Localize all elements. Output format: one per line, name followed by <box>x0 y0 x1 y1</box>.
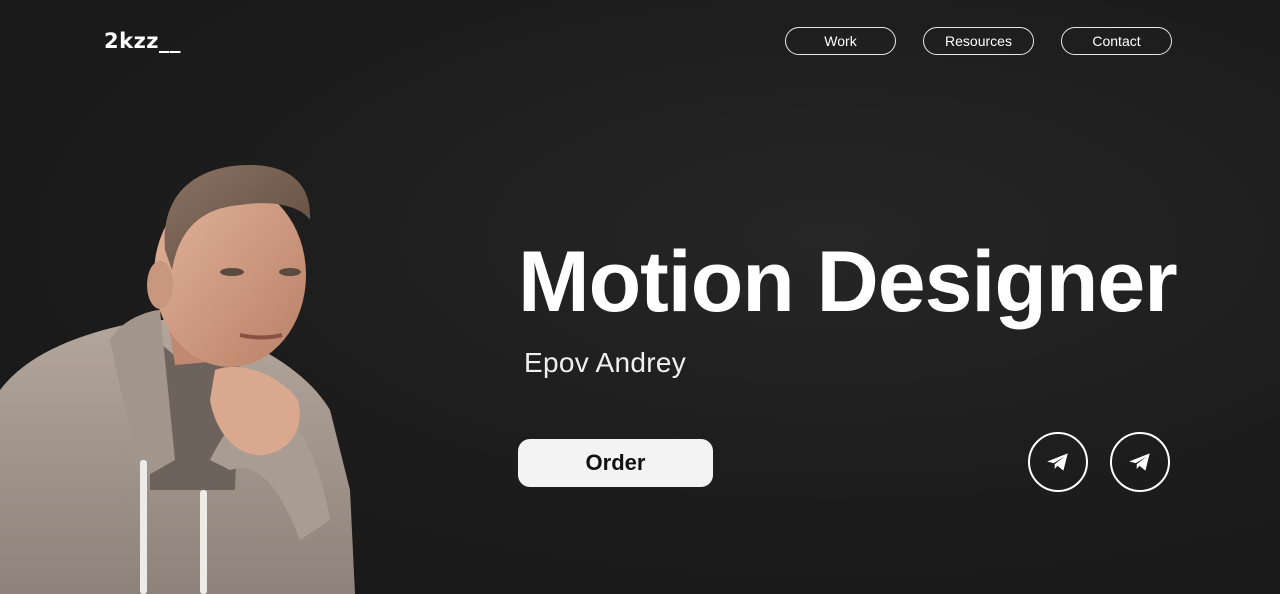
nav-work-button[interactable]: Work <box>785 27 896 55</box>
telegram-link-1[interactable] <box>1028 432 1088 492</box>
hero-title: Motion Designer <box>518 234 1178 330</box>
nav-resources-button[interactable]: Resources <box>923 27 1034 55</box>
telegram-icon <box>1047 453 1068 471</box>
telegram-link-2[interactable] <box>1110 432 1170 492</box>
site-logo[interactable]: 2kzz__ <box>104 29 181 53</box>
designer-name: Epov Andrey <box>524 347 687 378</box>
top-nav: Work Resources Contact <box>785 27 1172 55</box>
telegram-icon <box>1129 453 1150 471</box>
nav-contact-button[interactable]: Contact <box>1061 27 1172 55</box>
order-button[interactable]: Order <box>518 439 713 487</box>
portrait-photo <box>0 165 355 594</box>
